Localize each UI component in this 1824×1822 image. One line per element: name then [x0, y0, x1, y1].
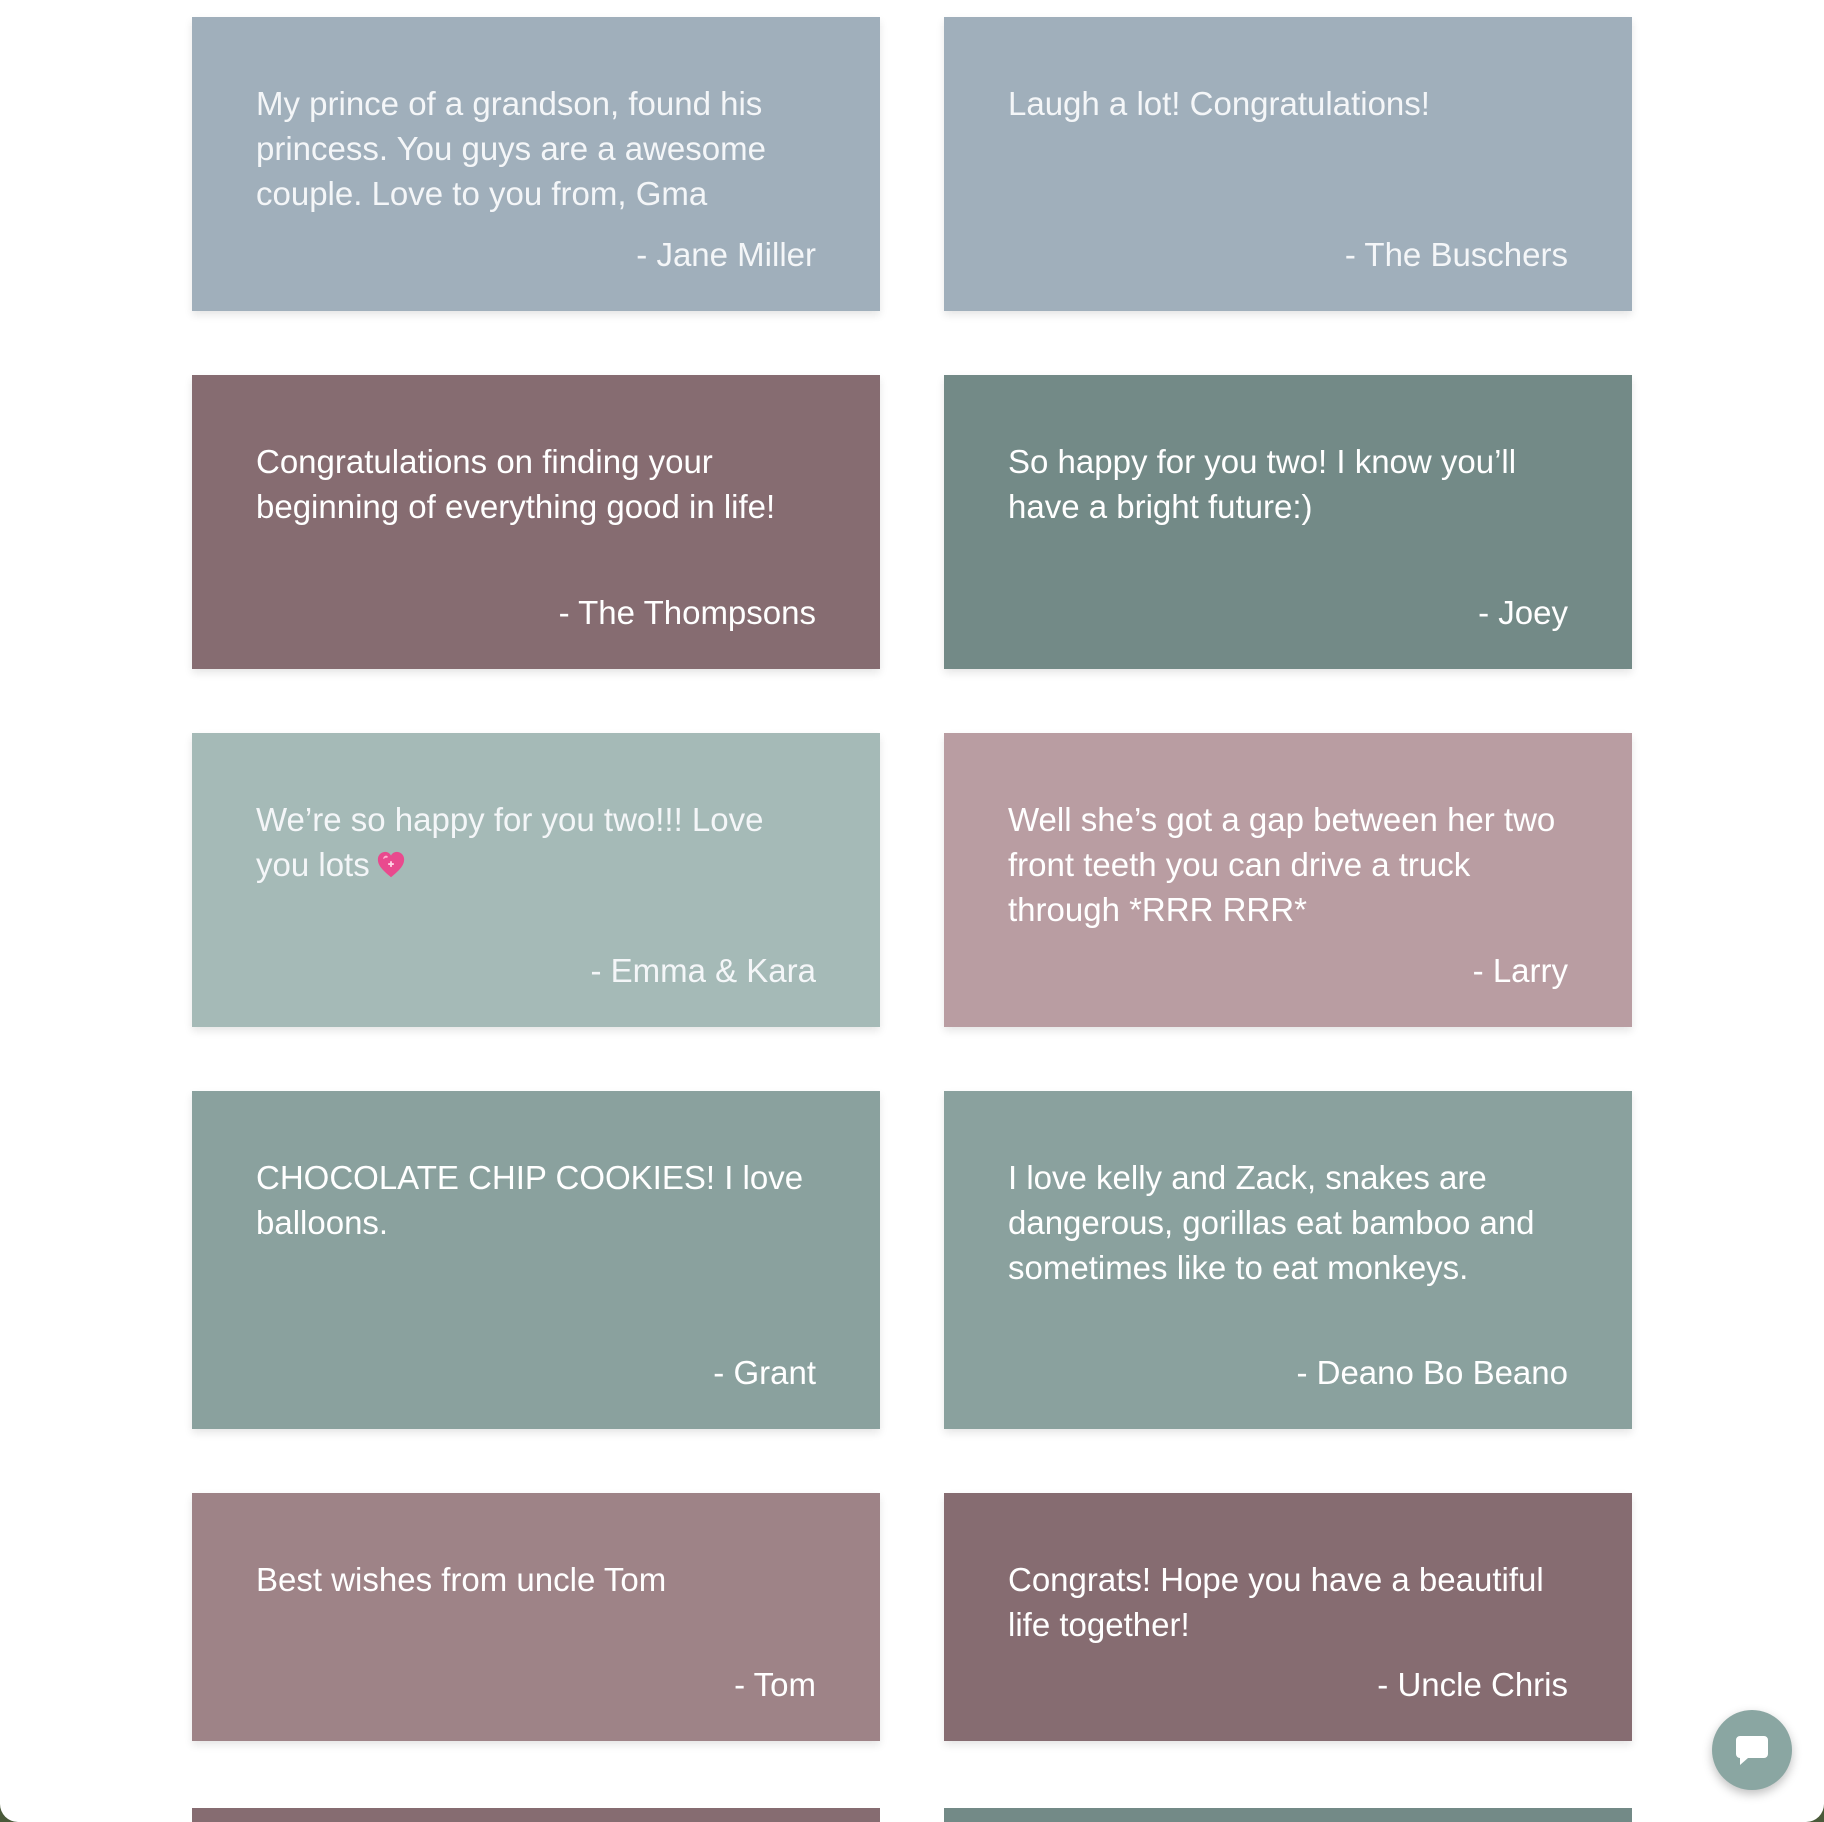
- card-message: So happy for you two! I know you’ll have…: [1008, 443, 1517, 525]
- card-author: - Emma & Kara: [590, 952, 816, 989]
- chat-bubble-icon: [1736, 1736, 1768, 1765]
- message-card: I love kelly and Zack, snakes are danger…: [944, 1091, 1632, 1429]
- message-card: Congrats! Hope you have a beautiful life…: [944, 1493, 1632, 1741]
- message-card: My prince of a grandson, found his princ…: [192, 17, 880, 311]
- card-message: Best wishes from uncle Tom: [256, 1561, 667, 1598]
- card-author: - Larry: [1472, 952, 1568, 989]
- guestbook-page: My prince of a grandson, found his princ…: [0, 0, 1824, 1822]
- message-card-partial: [192, 1808, 880, 1822]
- message-card: So happy for you two! I know you’ll have…: [944, 375, 1632, 669]
- card-author: - Uncle Chris: [1377, 1666, 1568, 1703]
- card-author: - Tom: [734, 1666, 816, 1703]
- message-card: Well she’s got a gap between her two fro…: [944, 733, 1632, 1027]
- card-message: CHOCOLATE CHIP COOKIES! I love balloons.: [256, 1159, 804, 1241]
- message-card: We’re so happy for you two!!! Love you l…: [192, 733, 880, 1027]
- card-message: Well she’s got a gap between her two fro…: [1008, 801, 1556, 928]
- card-message: Congratulations on finding your beginnin…: [256, 443, 776, 525]
- card-message: We’re so happy for you two!!! Love you l…: [256, 797, 816, 887]
- card-author: - Deano Bo Beano: [1296, 1354, 1568, 1391]
- message-card-partial: [944, 1808, 1632, 1822]
- card-message: Laugh a lot! Congratulations!: [1008, 85, 1430, 122]
- message-card: Laugh a lot! Congratulations! - The Busc…: [944, 17, 1632, 311]
- card-message: Congrats! Hope you have a beautiful life…: [1008, 1561, 1544, 1643]
- card-message: My prince of a grandson, found his princ…: [256, 85, 766, 212]
- card-author: - The Buschers: [1344, 236, 1568, 273]
- message-card: CHOCOLATE CHIP COOKIES! I love balloons.…: [192, 1091, 880, 1429]
- card-message: I love kelly and Zack, snakes are danger…: [1008, 1159, 1535, 1286]
- card-author: - Joey: [1478, 594, 1568, 631]
- card-author: - Jane Miller: [636, 236, 816, 273]
- message-card: Best wishes from uncle Tom - Tom: [192, 1493, 880, 1741]
- card-message-text: We’re so happy for you two!!! Love you l…: [256, 801, 764, 883]
- message-card: Congratulations on finding your beginnin…: [192, 375, 880, 669]
- card-author: - Grant: [713, 1354, 816, 1391]
- card-author: - The Thompsons: [558, 594, 816, 631]
- message-grid: My prince of a grandson, found his princ…: [192, 17, 1632, 1741]
- chat-button[interactable]: [1712, 1710, 1792, 1790]
- heart-emoji-icon: [377, 851, 404, 878]
